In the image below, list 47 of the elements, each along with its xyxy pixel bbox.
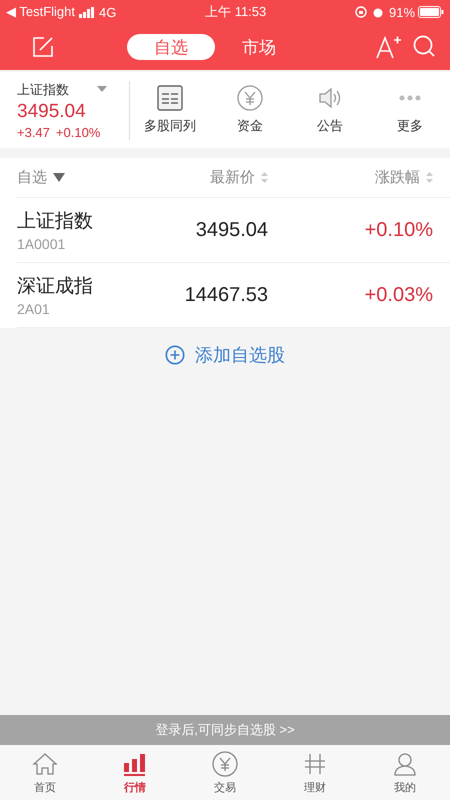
person-icon	[392, 750, 418, 776]
bottom-tab[interactable]: 行情	[90, 745, 180, 800]
list-icon	[157, 85, 183, 111]
bottom-tab[interactable]: 我的	[360, 745, 450, 800]
segment-tab[interactable]: 自选	[127, 34, 215, 60]
stock-name[interactable]: 深证成指	[17, 273, 138, 299]
stock-code: 1A0001	[17, 236, 66, 252]
index-percent: +0.10%	[56, 124, 100, 140]
index-value: 3495.04	[17, 100, 87, 122]
home-icon	[32, 750, 58, 776]
shortcut-button[interactable]: 更多	[370, 84, 450, 136]
search-icon[interactable]	[412, 34, 436, 58]
shortcut-button[interactable]: 公告	[290, 84, 370, 136]
edit-icon[interactable]	[32, 36, 54, 58]
clock-time: 上午 11:53	[205, 3, 266, 21]
bottom-tab[interactable]: 交易	[180, 745, 270, 800]
bottom-tab[interactable]: 首页	[0, 745, 90, 800]
speaker-icon	[317, 85, 343, 111]
stock-change: +0.03%	[364, 284, 433, 306]
stock-name[interactable]: 上证指数	[17, 208, 138, 234]
plus-circle-icon	[165, 345, 185, 365]
column-header[interactable]: 涨跌幅	[268, 168, 433, 187]
segment-tab[interactable]: 市场	[215, 34, 303, 60]
battery-percent: 91%	[388, 4, 416, 20]
column-header[interactable]: 最新价	[138, 168, 268, 187]
rotation-lock-icon	[354, 6, 367, 18]
stock-price: 14467.53	[184, 284, 268, 306]
add-stock-button[interactable]: 添加自选股	[159, 342, 291, 368]
bottom-tab[interactable]: 理财	[270, 745, 360, 800]
index-name[interactable]: 上证指数	[17, 80, 129, 98]
stock-change: +0.10%	[364, 218, 433, 242]
more-icon	[399, 95, 421, 101]
back-app-label[interactable]: ◀ TestFlight	[6, 4, 76, 20]
yen-coin-icon	[212, 750, 238, 776]
shortcut-button[interactable]: 资金	[210, 84, 290, 136]
shortcut-button[interactable]: 多股同列	[130, 84, 210, 136]
network-label: 4G	[99, 4, 116, 20]
column-header[interactable]: 自选	[17, 168, 138, 187]
dropdown-triangle-icon[interactable]	[53, 173, 65, 182]
dropdown-caret-icon[interactable]	[97, 86, 107, 92]
yen-coin-icon	[237, 85, 263, 111]
stock-code: 2A01	[17, 301, 51, 317]
font-size-icon[interactable]	[376, 34, 402, 60]
index-change: +3.47	[17, 124, 50, 140]
battery-icon	[418, 6, 444, 18]
signal-icon	[79, 6, 96, 18]
stock-price: 3495.04	[194, 218, 268, 242]
